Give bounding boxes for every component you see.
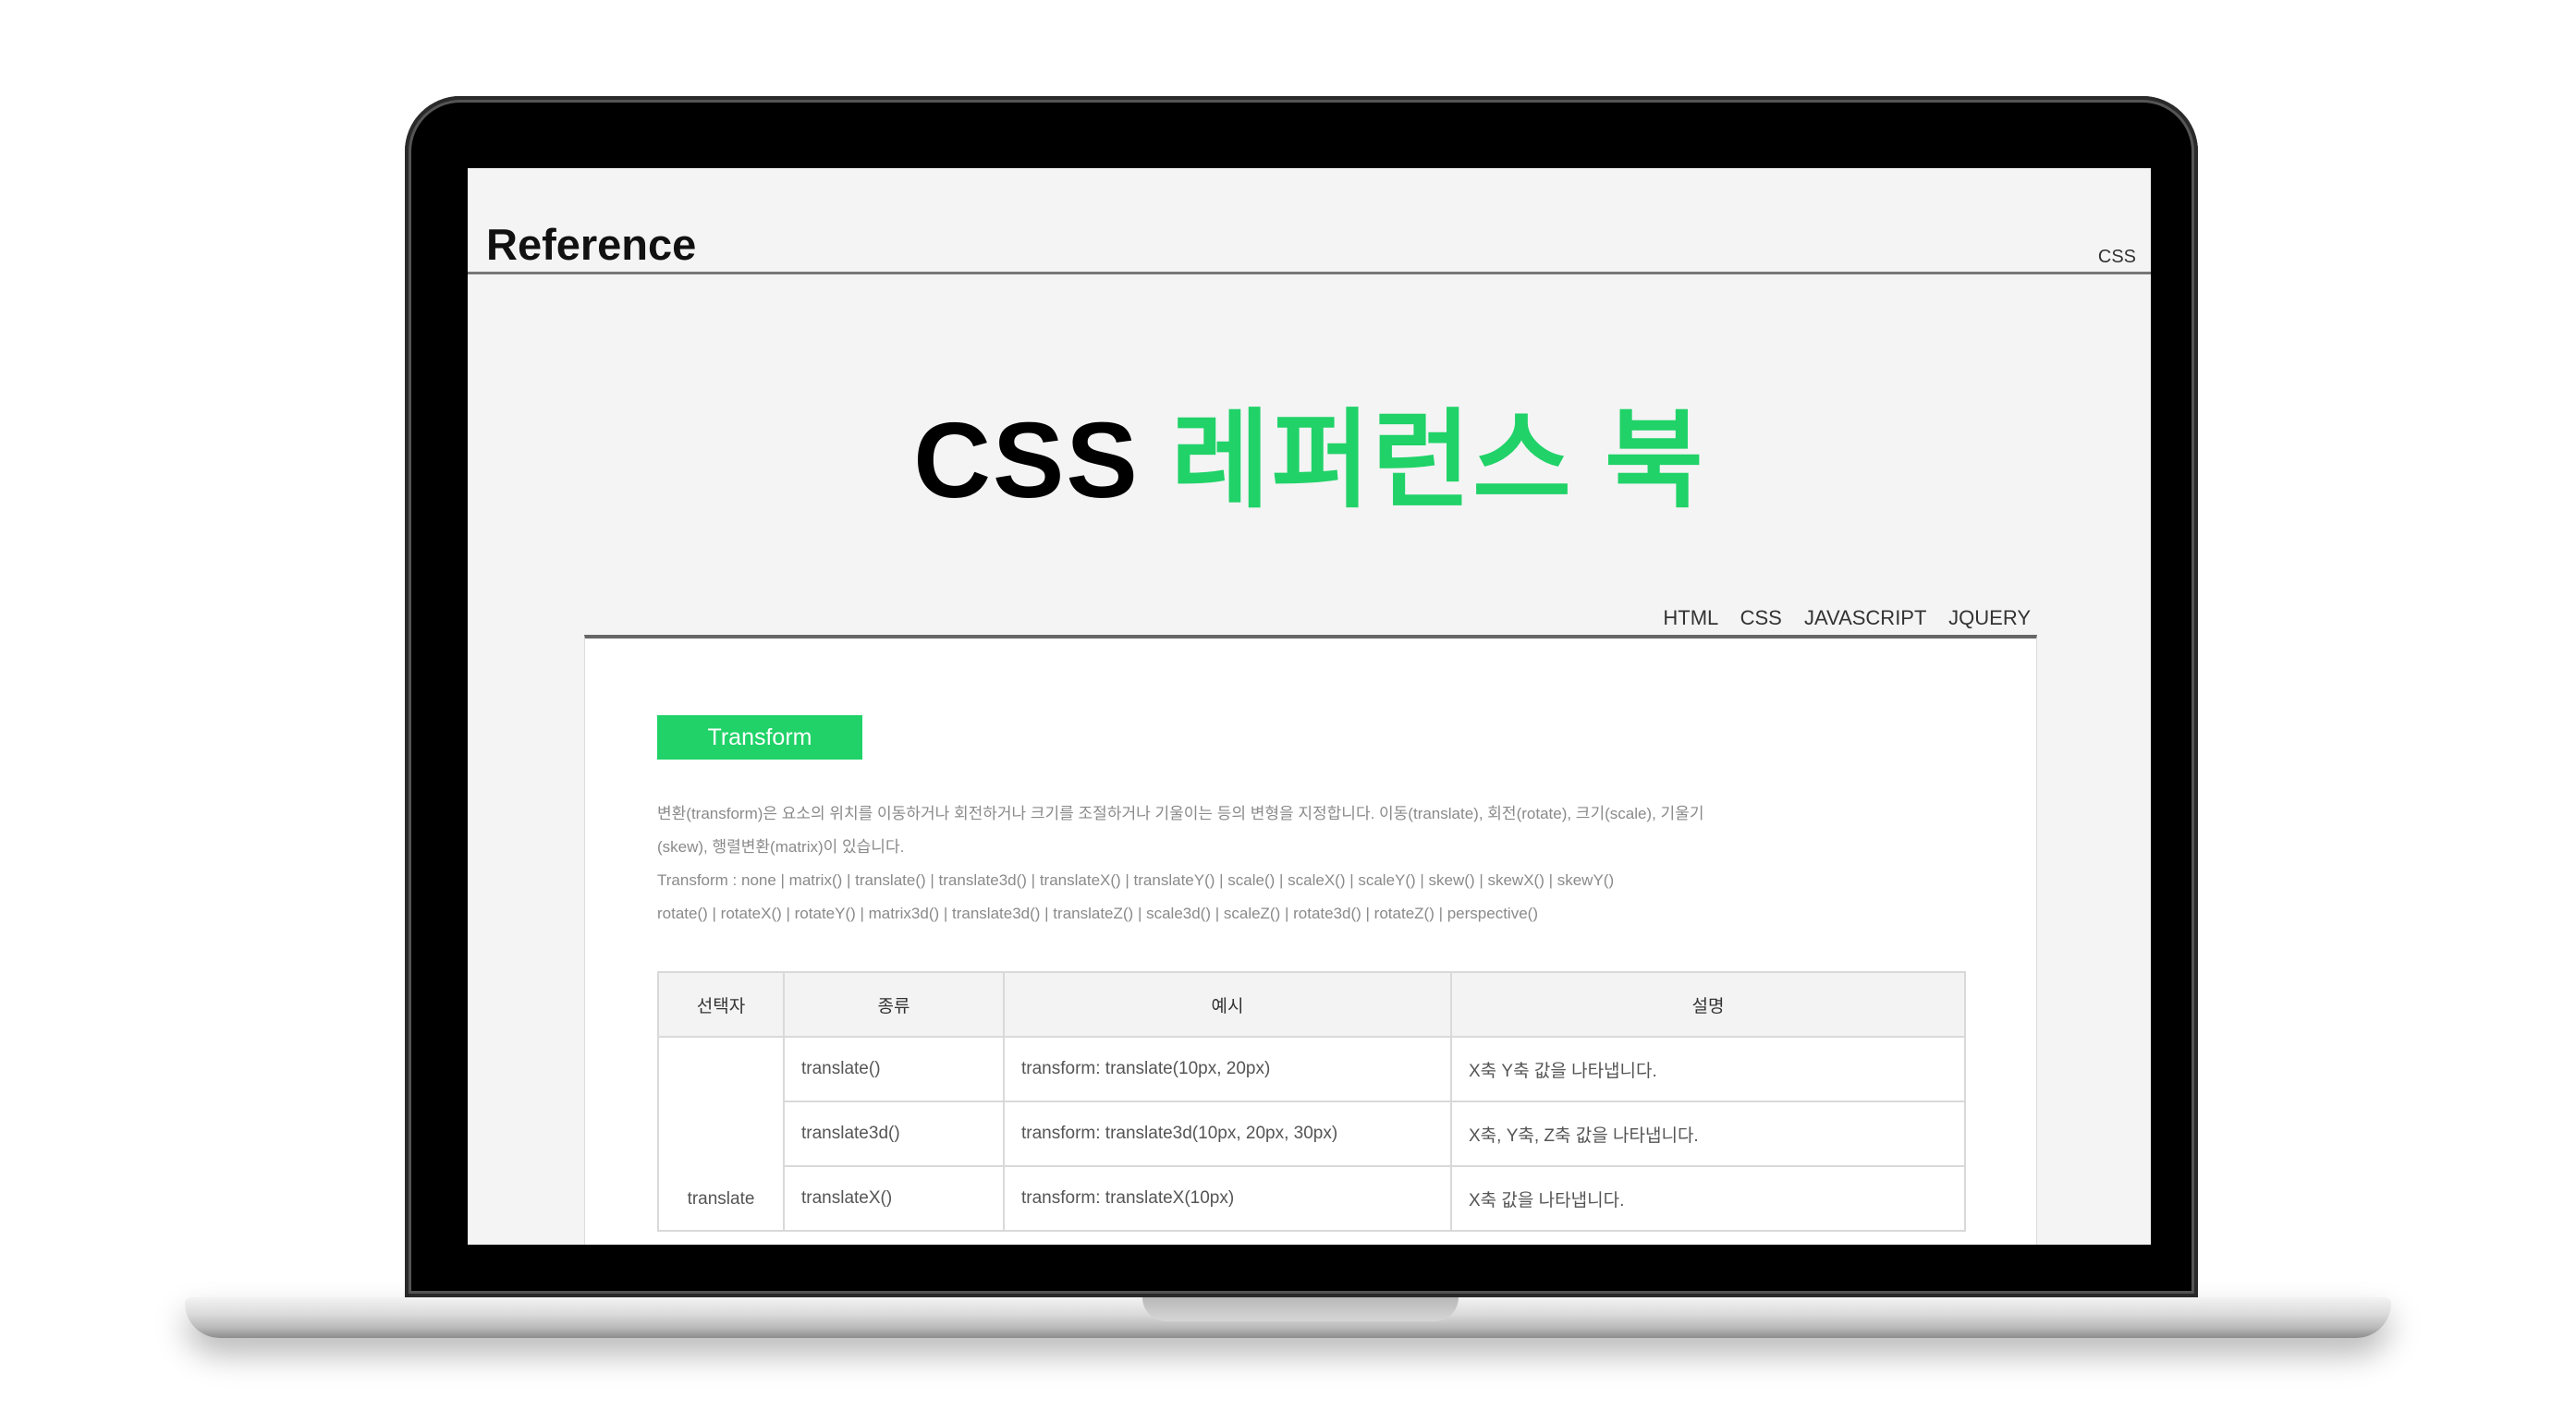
- section-badge: Transform: [657, 715, 862, 760]
- table-row: translate3d() transform: translate3d(10p…: [658, 1101, 1966, 1167]
- table-row: translateX() transform: translateX(10px)…: [658, 1165, 1966, 1232]
- cell-example: transform: translateX(10px): [1003, 1165, 1452, 1232]
- header-description: 설명: [1450, 971, 1966, 1038]
- hero-title-reference-book: 레퍼런스 북: [1170, 400, 1705, 520]
- hero-title-css: CSS: [913, 400, 1140, 520]
- cell-description: X축 값을 나타냅니다.: [1450, 1165, 1966, 1232]
- header-kind: 종류: [783, 971, 1005, 1038]
- nav-item-jquery[interactable]: JQUERY: [1948, 606, 2031, 629]
- section-description: 변환(transform)은 요소의 위치를 이동하거나 회전하거나 크기를 조…: [657, 797, 1951, 930]
- header-link-css[interactable]: CSS: [2098, 247, 2136, 268]
- cell-example: transform: translate3d(10px, 20px, 30px): [1003, 1101, 1452, 1167]
- cell-kind: translateX(): [783, 1165, 1005, 1232]
- description-line: Transform : none | matrix() | translate(…: [657, 871, 1615, 889]
- cell-description: X축, Y축, Z축 값을 나타냅니다.: [1450, 1101, 1966, 1167]
- description-line: rotate() | rotateX() | rotateY() | matri…: [657, 905, 1538, 922]
- content-card: Transform 변환(transform)은 요소의 위치를 이동하거나 회…: [584, 635, 2037, 1245]
- laptop-screen: Reference CSS CSS 레퍼런스 북 HTML CSS JAVASC…: [468, 168, 2151, 1245]
- group-cell: translate: [657, 1036, 785, 1232]
- top-nav: HTML CSS JAVASCRIPT JQUERY: [1646, 606, 2031, 630]
- cell-description: X축 Y축 값을 나타냅니다.: [1450, 1036, 1966, 1102]
- nav-item-javascript[interactable]: JAVASCRIPT: [1804, 606, 1926, 629]
- nav-item-html[interactable]: HTML: [1663, 606, 1717, 629]
- site-header: Reference CSS: [468, 168, 2151, 274]
- laptop-notch: [1142, 1297, 1459, 1321]
- cell-kind: translate3d(): [783, 1101, 1005, 1167]
- nav-item-css[interactable]: CSS: [1740, 606, 1782, 629]
- cell-example: transform: translate(10px, 20px): [1003, 1036, 1452, 1102]
- table-header-row: 선택자 종류 예시 설명: [657, 971, 1966, 1038]
- cell-kind: translate(): [783, 1036, 1005, 1102]
- description-line: (skew), 행렬변환(matrix)이 있습니다.: [657, 838, 905, 856]
- table-row: translate translate() transform: transla…: [657, 1036, 1966, 1232]
- header-selector: 선택자: [657, 971, 785, 1038]
- hero-title: CSS 레퍼런스 북: [468, 407, 2151, 514]
- reference-table: 선택자 종류 예시 설명 translate translate() trans…: [657, 971, 1966, 1232]
- description-line: 변환(transform)은 요소의 위치를 이동하거나 회전하거나 크기를 조…: [657, 805, 1704, 822]
- header-example: 예시: [1003, 971, 1452, 1038]
- site-logo[interactable]: Reference: [486, 219, 696, 270]
